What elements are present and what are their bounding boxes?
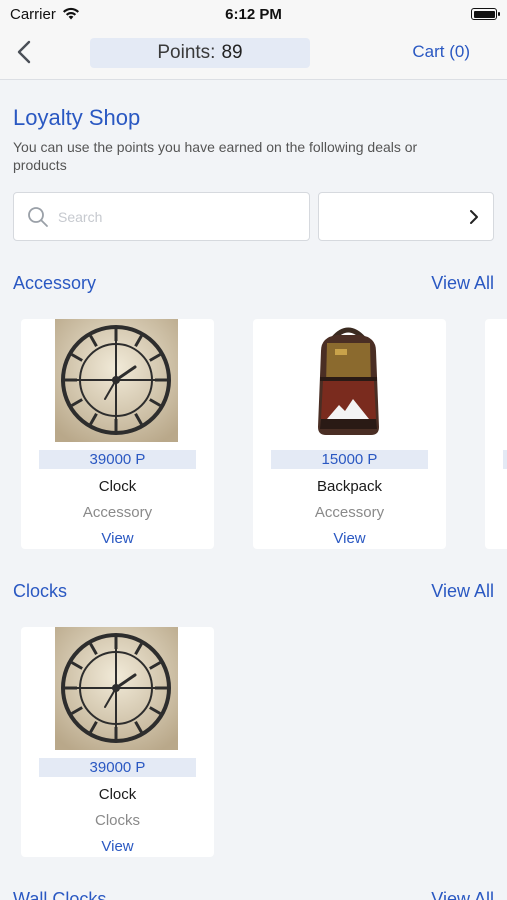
- points-display: Points: 89: [90, 38, 310, 68]
- status-time: 6:12 PM: [225, 6, 282, 23]
- battery-icon: [471, 8, 500, 20]
- chevron-right-icon: [470, 210, 478, 224]
- category-filter-select[interactable]: [318, 192, 494, 241]
- clock-image: [55, 627, 178, 750]
- page-title: Loyalty Shop: [13, 105, 141, 130]
- product-card[interactable]: 15000 P Backpack Accessory View: [253, 319, 446, 549]
- product-category: Accessory: [314, 504, 385, 521]
- product-name: Clock: [98, 478, 137, 495]
- product-category: Accessory: [82, 504, 153, 521]
- view-all-clocks[interactable]: View All: [431, 581, 494, 602]
- cart-button[interactable]: Cart (0): [412, 42, 470, 62]
- product-name: Clock: [98, 786, 137, 803]
- section-title-wall-clocks: Wall Clocks: [13, 889, 107, 900]
- search-box[interactable]: [13, 192, 310, 241]
- view-button[interactable]: View: [21, 838, 214, 855]
- points-label: Points:: [157, 42, 216, 63]
- view-all-accessory[interactable]: View All: [431, 273, 494, 294]
- search-icon: [28, 207, 48, 227]
- back-chevron-icon[interactable]: [10, 38, 40, 68]
- nav-bar: Points: 89 Cart (0): [0, 28, 507, 80]
- section-title-accessory: Accessory: [13, 273, 97, 293]
- search-input[interactable]: [58, 203, 298, 231]
- clock-image: [55, 319, 178, 442]
- price-tag-partial: [503, 450, 507, 469]
- product-category: Clocks: [94, 812, 140, 829]
- points-value: 89: [221, 42, 243, 63]
- status-bar: Carrier 6:12 PM: [0, 0, 507, 28]
- backpack-image: [287, 319, 410, 442]
- shop-content[interactable]: Loyalty Shop You can use the points you …: [0, 81, 507, 900]
- product-card-partial[interactable]: [485, 319, 507, 549]
- price-tag: 39000 P: [39, 450, 196, 469]
- page-subtitle: You can use the points you have earned o…: [13, 139, 418, 173]
- app-screen: Carrier 6:12 PM Points: 89 Cart (0) Loya…: [0, 0, 507, 900]
- view-all-wall-clocks[interactable]: View All: [431, 889, 494, 900]
- product-card[interactable]: 39000 P Clock Clocks View: [21, 627, 214, 857]
- view-button[interactable]: View: [21, 530, 214, 547]
- section-title-clocks: Clocks: [13, 581, 68, 601]
- price-tag: 15000 P: [271, 450, 428, 469]
- price-tag: 39000 P: [39, 758, 196, 777]
- product-card[interactable]: 39000 P Clock Accessory View: [21, 319, 214, 549]
- view-button[interactable]: View: [253, 530, 446, 547]
- product-name: Backpack: [316, 478, 383, 495]
